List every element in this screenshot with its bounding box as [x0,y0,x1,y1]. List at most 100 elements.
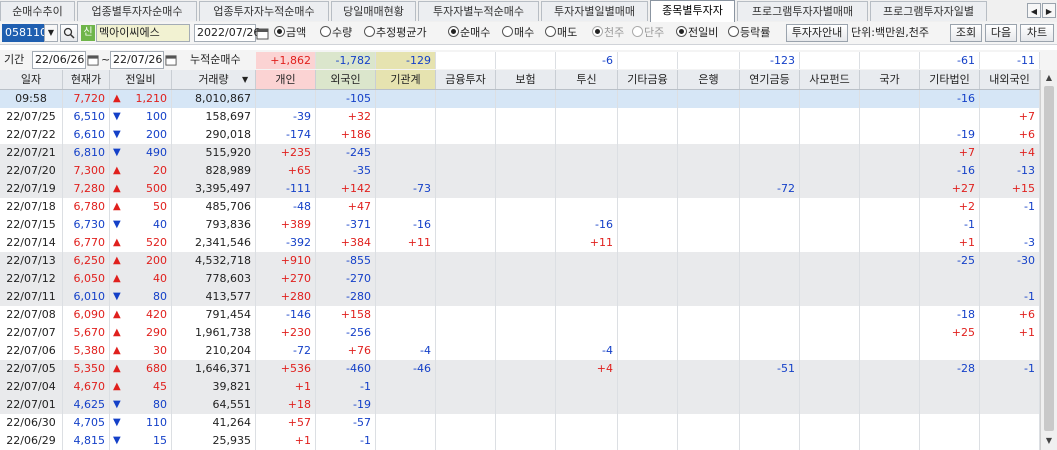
table-row[interactable]: 22/07/13 6,250 ▲ 200 4,532,718 +910 -855 -25 -30 [0,252,1040,270]
up-arrow-icon: ▲ [113,309,121,320]
volume-cell: 3,395,497 [172,180,256,198]
tab-4[interactable]: 당일매매현황 [331,1,416,21]
table-row[interactable]: 22/07/14 6,770 ▲ 520 2,341,546 -392 +384 +11 +11… [0,234,1040,252]
calendar-icon[interactable] [87,52,100,68]
opt-buy[interactable]: 매수 [502,25,534,41]
investor-value-cell [740,342,800,360]
table-row[interactable]: 22/06/30 4,705 ▼ 110 41,264 +57 -57 [0,414,1040,432]
col-header-5[interactable]: 개인 [256,70,316,89]
scroll-down-icon[interactable]: ▼ [1043,434,1055,448]
col-header-2[interactable]: 현재가 [63,70,110,89]
col-header-3[interactable]: 전일비 [110,70,172,89]
table-row[interactable]: 22/07/06 5,380 ▲ 30 210,204 -72 +76 -4 -4 [0,342,1040,360]
col-header-11[interactable]: 기타금융 [618,70,678,89]
investor-value-cell [376,306,436,324]
table-row[interactable]: 22/07/05 5,350 ▲ 680 1,646,371 +536 -460 -46 +4 -… [0,360,1040,378]
investor-value-cell [436,180,496,198]
opt-thousand-shares[interactable]: 천주 [592,25,624,41]
investor-value-cell [618,234,678,252]
period-to-input[interactable]: 22/07/26 [110,51,164,69]
investor-value-cell: +235 [256,144,316,162]
calendar-icon[interactable] [256,24,270,42]
tab-7[interactable]: 종목별투자자 [650,0,735,22]
investor-value-cell [800,342,860,360]
tab-next-icon[interactable]: ▶ [1042,3,1056,18]
col-header-13[interactable]: 연기금등 [740,70,800,89]
table-row[interactable]: 22/07/25 6,510 ▼ 100 158,697 -39 +32 +7 [0,108,1040,126]
investor-value-cell: -1 [316,378,376,396]
investor-value-cell [980,342,1040,360]
stock-code-dropdown-icon[interactable]: ▼ [44,24,58,42]
investor-value-cell: -1 [920,216,980,234]
col-header-1[interactable]: 일자 [0,70,63,89]
scroll-thumb[interactable] [1044,86,1054,431]
sort-down-icon[interactable]: ▼ [242,70,248,89]
period-from-input[interactable]: 22/06/26 [32,51,86,69]
vertical-scrollbar[interactable]: ▲ ▼ [1040,70,1057,450]
table-row[interactable]: 22/07/01 4,625 ▼ 80 64,551 +18 -19 [0,396,1040,414]
tab-prev-icon[interactable]: ◀ [1027,3,1041,18]
opt-change-rate[interactable]: 등락률 [728,25,770,41]
tab-1[interactable]: 순매수추이 [0,1,75,21]
investor-value-cell [800,360,860,378]
opt-sell[interactable]: 매도 [545,25,577,41]
table-row[interactable]: 22/07/20 7,300 ▲ 20 828,989 +65 -35 -16 -13 [0,162,1040,180]
query-button[interactable]: 조회 [950,24,982,42]
table-row[interactable]: 22/07/04 4,670 ▲ 45 39,821 +1 -1 [0,378,1040,396]
table-row[interactable]: 22/07/18 6,780 ▲ 50 485,706 -48 +47 +2 -1 [0,198,1040,216]
investor-value-cell [436,126,496,144]
table-row[interactable]: 09:58 7,720 ▲ 1,210 8,010,867 -105 -16 [0,90,1040,108]
price-cell: 4,705 [63,414,110,432]
stock-code-input[interactable]: 058110 [2,24,47,42]
col-header-9[interactable]: 보험 [496,70,556,89]
col-header-14[interactable]: 사모펀드 [800,70,860,89]
change-value: 420 [146,308,167,321]
table-row[interactable]: 22/07/15 6,730 ▼ 40 793,836 +389 -371 -16 -16 -1 [0,216,1040,234]
table-row[interactable]: 22/07/22 6,610 ▼ 200 290,018 -174 +186 -19 +6 [0,126,1040,144]
col-header-10[interactable]: 투신 [556,70,618,89]
tab-3[interactable]: 업종투자자누적순매수 [199,1,329,21]
col-header-7[interactable]: 기관계 [376,70,436,89]
investor-value-cell [496,288,556,306]
investor-value-cell [618,162,678,180]
col-header-12[interactable]: 은행 [678,70,740,89]
scroll-up-icon[interactable]: ▲ [1043,71,1055,85]
table-row[interactable]: 22/07/21 6,810 ▼ 490 515,920 +235 -245 +7 +4 [0,144,1040,162]
tab-6[interactable]: 투자자별일별매매 [541,1,648,21]
col-header-8[interactable]: 금융투자 [436,70,496,89]
table-row[interactable]: 22/07/12 6,050 ▲ 40 778,603 +270 -270 [0,270,1040,288]
table-row[interactable]: 22/06/29 4,815 ▼ 15 25,935 +1 -1 [0,432,1040,450]
investor-value-cell [556,252,618,270]
change-value: 110 [146,416,167,429]
opt-prev-diff[interactable]: 전일비 [676,25,718,41]
date-input[interactable]: 2022/07/26 [194,24,260,42]
table-row[interactable]: 22/07/08 6,090 ▲ 420 791,454 -146 +158 -18 +6 [0,306,1040,324]
tab-8[interactable]: 프로그램투자자별매매 [737,1,868,21]
next-button[interactable]: 다음 [985,24,1017,42]
col-header-15[interactable]: 국가 [860,70,920,89]
tab-5[interactable]: 투자자별누적순매수 [418,1,539,21]
tab-9[interactable]: 프로그램투자자일별 [870,1,987,21]
investor-value-cell [800,162,860,180]
tab-2[interactable]: 업종별투자자순매수 [77,1,197,21]
opt-net-buy[interactable]: 순매수 [448,25,490,41]
opt-single-shares[interactable]: 단주 [632,25,664,41]
search-icon[interactable] [60,24,78,42]
calendar-icon[interactable] [165,52,178,68]
up-arrow-icon: ▲ [113,255,121,266]
investor-value-cell: +25 [920,324,980,342]
col-header-17[interactable]: 내외국인 [980,70,1040,89]
table-row[interactable]: 22/07/07 5,670 ▲ 290 1,961,738 +230 -256 +25 +1 [0,324,1040,342]
col-header-16[interactable]: 기타법인 [920,70,980,89]
cum-sum-cell [860,52,920,69]
investor-info-button[interactable]: 투자자안내 [786,24,848,42]
table-row[interactable]: 22/07/11 6,010 ▼ 80 413,577 +280 -280 -1 [0,288,1040,306]
chart-button[interactable]: 차트 [1020,24,1054,42]
opt-amount[interactable]: 금액 [274,25,306,41]
opt-quantity[interactable]: 수량 [320,25,352,41]
investor-value-cell [920,342,980,360]
col-header-6[interactable]: 외국인 [316,70,376,89]
opt-estimated-avg[interactable]: 추정평균가 [364,25,427,41]
table-header: 일자 현재가 전일비 거래량 ▼ 개인 외국인 기관계 금융투자 보험 투신 기타금융 은행 연기금등 사모… [0,70,1040,90]
table-row[interactable]: 22/07/19 7,280 ▲ 500 3,395,497 -111 +142 -73 -72… [0,180,1040,198]
